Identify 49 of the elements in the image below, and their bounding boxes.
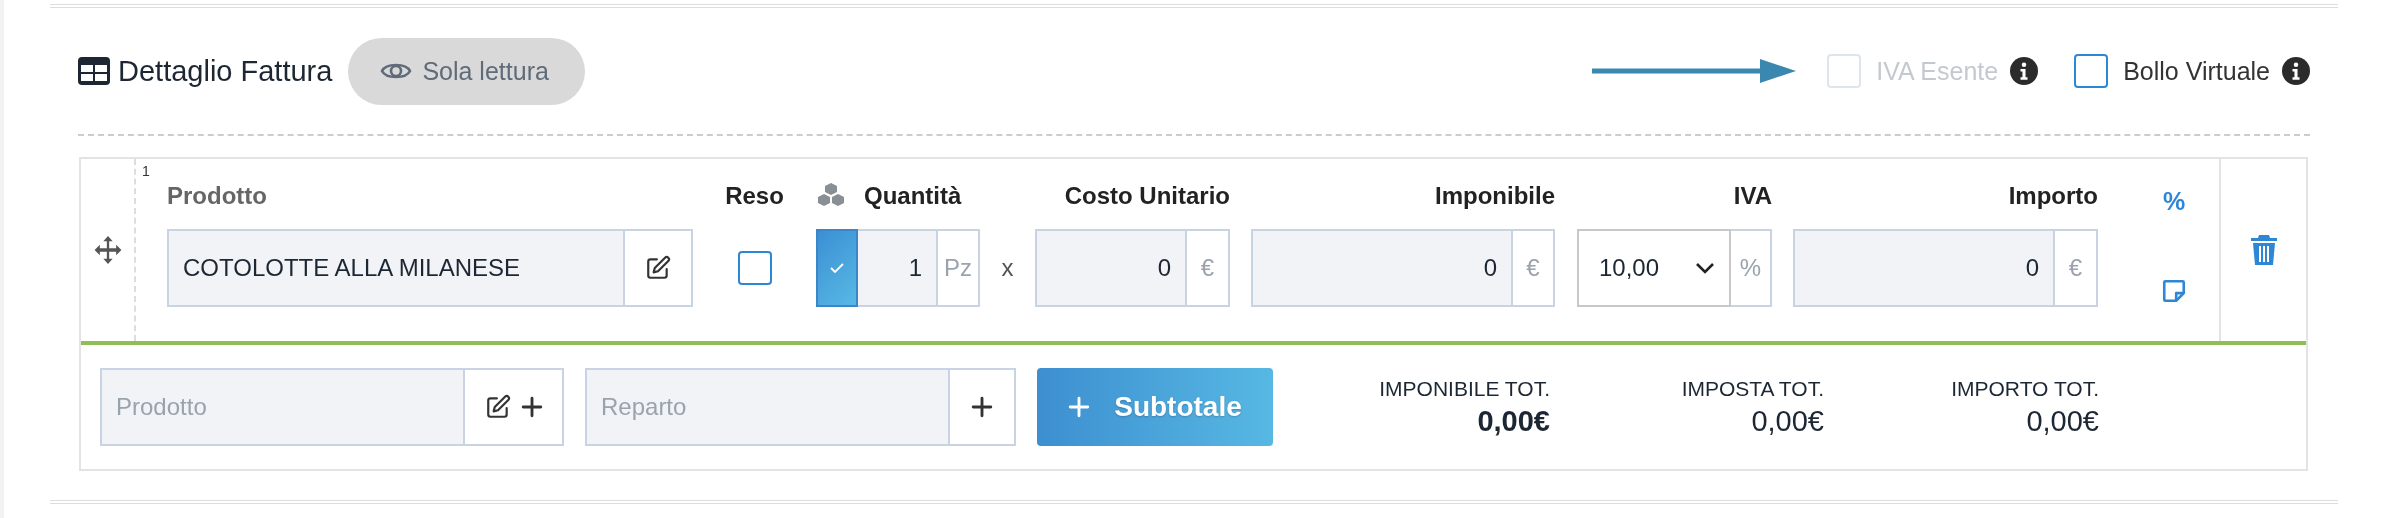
field-label: Imponibile	[1434, 181, 1555, 211]
unit-addon: €	[1187, 229, 1230, 307]
chevron-icon	[1695, 261, 1715, 275]
product-field[interactable]: COTOLOTTE ALLA MILANESE	[167, 229, 625, 307]
total-label: IMPORTO TOT.	[1951, 376, 2099, 401]
row-number: 1	[142, 163, 150, 179]
field-label: Costo Unitario	[1063, 181, 1230, 211]
unit-addon: €	[1513, 229, 1555, 307]
option-label: IVA Esente	[1876, 56, 1999, 86]
amount-field[interactable]: 0	[1035, 229, 1187, 307]
trash-icon[interactable]	[2250, 235, 2277, 265]
field-label: IVA	[1732, 181, 1772, 211]
edit-icon	[645, 255, 671, 281]
field-label: Importo	[2007, 181, 2098, 211]
option-checkbox[interactable]	[2074, 54, 2109, 88]
field-label: Reso	[724, 181, 785, 211]
amount-field[interactable]: 0	[1251, 229, 1513, 307]
discount-button[interactable]: %	[2162, 187, 2186, 216]
read-only-badge: Sola lettura	[348, 37, 585, 105]
total-value: 0,00€	[1751, 404, 1824, 438]
unit-addon: Pz	[938, 229, 980, 307]
return-checkbox[interactable]	[737, 251, 772, 285]
note-icon[interactable]	[2161, 278, 2187, 304]
section-title: Dettaglio Fattura	[118, 54, 333, 88]
plus-icon	[971, 396, 993, 418]
total-label: IMPONIBILE TOT.	[1379, 376, 1550, 401]
option-label: Bollo Virtuale	[2123, 56, 2270, 86]
edit-add-button[interactable]	[465, 368, 564, 446]
unit-addon: %	[1731, 229, 1772, 307]
move-icon[interactable]	[93, 236, 122, 264]
edit-icon	[484, 394, 511, 420]
total-value: 0,00€	[2026, 404, 2099, 438]
info-icon[interactable]	[2010, 57, 2039, 85]
plus-icon	[520, 396, 543, 418]
plus-icon	[1068, 396, 1091, 418]
total-value: 0,00€	[1477, 404, 1550, 438]
unit-addon: €	[2055, 229, 2098, 307]
vat-select[interactable]: 10,00	[1577, 229, 1731, 307]
info-icon[interactable]	[2282, 57, 2310, 85]
total-label: IMPOSTA TOT.	[1681, 376, 1824, 401]
multiply-sign: x	[1001, 254, 1014, 282]
field-label: Quantità	[864, 181, 962, 211]
quantity-toggle[interactable]	[816, 229, 858, 307]
field-label: Prodotto	[167, 181, 268, 211]
edit-button[interactable]	[625, 229, 693, 307]
amount-field[interactable]: 0	[1793, 229, 2055, 307]
add-button[interactable]	[950, 368, 1016, 446]
quantity-field[interactable]: 1	[858, 229, 938, 307]
table-icon	[78, 57, 110, 85]
